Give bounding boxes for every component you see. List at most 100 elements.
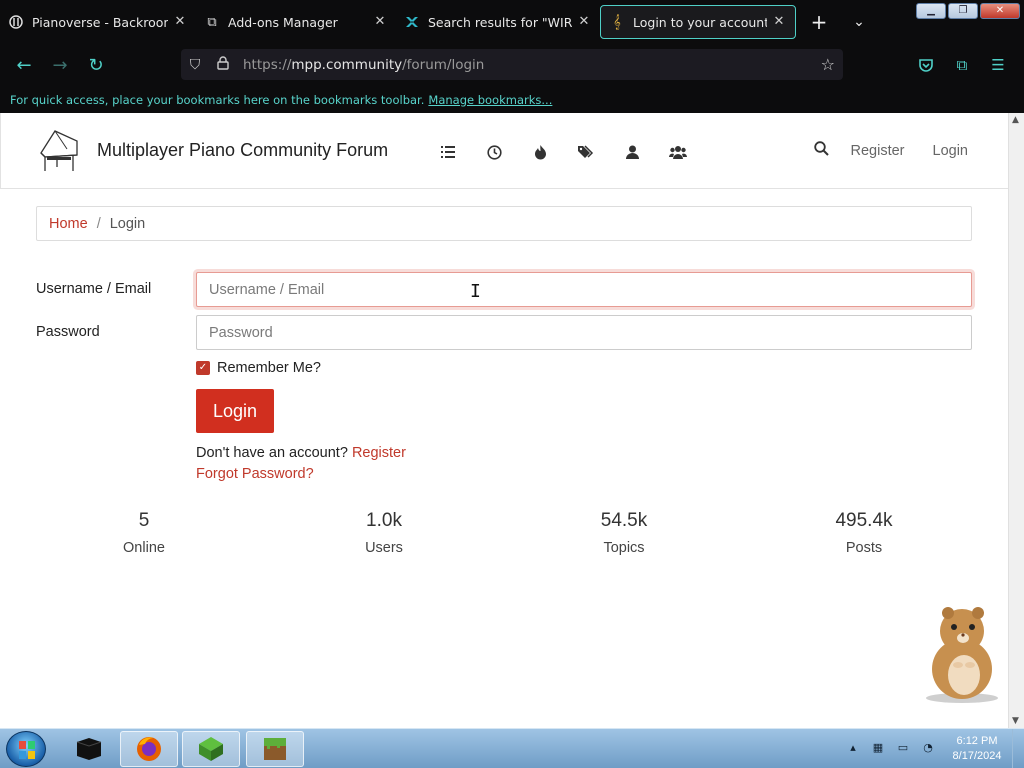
firefox-icon[interactable] bbox=[120, 731, 178, 767]
no-account-text: Don't have an account? bbox=[196, 445, 348, 461]
clock-date: 8/17/2024 bbox=[952, 750, 1002, 762]
tray-volume-icon[interactable]: ◔ bbox=[917, 741, 939, 757]
close-icon[interactable]: ✕ bbox=[771, 14, 787, 30]
pocket-icon[interactable] bbox=[908, 47, 944, 83]
remember-label: Remember Me? bbox=[217, 360, 321, 376]
page-scrollbar[interactable]: ▲ ▼ bbox=[1008, 113, 1024, 728]
piano-logo[interactable] bbox=[37, 127, 81, 175]
username-label: Username / Email bbox=[36, 281, 152, 297]
stat-value: 495.4k bbox=[835, 510, 893, 531]
header-right: Register Login bbox=[807, 141, 968, 160]
close-window-button[interactable]: ✕ bbox=[980, 3, 1020, 19]
site-title[interactable]: Multiplayer Piano Community Forum bbox=[97, 140, 388, 161]
tab-pianoverse[interactable]: Pianoverse - Backrooms (2) ✕ bbox=[0, 5, 196, 39]
forum-header: Multiplayer Piano Community Forum Regist… bbox=[0, 113, 1008, 189]
restore-button[interactable]: ❐ bbox=[948, 3, 978, 19]
pianoverse-icon bbox=[8, 14, 24, 30]
stat-label: Posts bbox=[845, 540, 883, 556]
tab-title: Login to your account | mp bbox=[633, 14, 767, 30]
manage-bookmarks-link[interactable]: Manage bookmarks... bbox=[428, 93, 552, 107]
tray-expand-icon[interactable]: ▴ bbox=[842, 741, 864, 757]
forward-icon[interactable]: → bbox=[42, 47, 78, 83]
scroll-up-icon[interactable]: ▲ bbox=[1012, 115, 1019, 125]
minimize-button[interactable]: ▁ bbox=[916, 3, 946, 19]
stat-label: Online bbox=[123, 540, 165, 556]
stat-value: 1.0k bbox=[366, 510, 402, 531]
navigation-bar: ← → ↻ ⛉ https://mpp.community/forum/logi… bbox=[0, 44, 1024, 86]
breadcrumb-separator: / bbox=[96, 215, 101, 232]
menu-icon[interactable]: ☰ bbox=[980, 47, 1016, 83]
breadcrumb-current: Login bbox=[109, 215, 146, 232]
stat-value: 54.5k bbox=[600, 510, 648, 531]
bookmark-star-icon[interactable]: ☆ bbox=[821, 55, 835, 74]
web-page: Multiplayer Piano Community Forum Regist… bbox=[0, 113, 1008, 728]
search-site-icon bbox=[404, 14, 420, 30]
tab-addons[interactable]: ⧉ Add-ons Manager ✕ bbox=[196, 5, 396, 39]
clock-time: 6:12 PM bbox=[956, 735, 998, 747]
login-link[interactable]: Login bbox=[933, 143, 968, 159]
puzzle-icon: ⧉ bbox=[207, 14, 217, 30]
reload-icon[interactable]: ↻ bbox=[78, 47, 114, 83]
toolbar-right: ⧉ ☰ bbox=[908, 47, 1016, 83]
search-icon[interactable] bbox=[807, 141, 837, 160]
minecraft-icon[interactable] bbox=[246, 731, 304, 767]
register-account-link[interactable]: Register bbox=[352, 445, 406, 461]
bookmarks-message: For quick access, place your bookmarks h… bbox=[10, 92, 425, 107]
close-icon[interactable]: ✕ bbox=[172, 14, 188, 30]
stat-value: 5 bbox=[138, 510, 150, 531]
list-icon[interactable] bbox=[425, 141, 471, 163]
forum-stats: 5 Online 1.0k Users 54.5k Topics 495.4k … bbox=[24, 510, 984, 556]
url-bar[interactable]: ⛉ https://mpp.community/forum/login ☆ bbox=[181, 49, 843, 80]
header-nav-icons bbox=[425, 141, 701, 163]
window-controls: ▁ ❐ ✕ bbox=[916, 3, 1020, 19]
breadcrumb: Home / Login bbox=[36, 206, 972, 241]
system-tray: ▴ ▦ ▭ ◔ 6:12 PM 8/17/2024 bbox=[842, 729, 1024, 768]
clock[interactable]: 6:12 PM 8/17/2024 bbox=[942, 734, 1012, 764]
user-icon[interactable] bbox=[609, 141, 655, 163]
extensions-icon[interactable]: ⧉ bbox=[944, 47, 980, 83]
forgot-password-link[interactable]: Forgot Password? bbox=[196, 466, 314, 482]
taskbar: ▴ ▦ ▭ ◔ 6:12 PM 8/17/2024 bbox=[0, 728, 1024, 768]
scroll-down-icon[interactable]: ▼ bbox=[1012, 716, 1019, 726]
stat-label: Topics bbox=[603, 540, 645, 556]
register-link[interactable]: Register bbox=[851, 143, 905, 159]
taskbar-app-black[interactable] bbox=[60, 731, 118, 767]
tab-strip: Pianoverse - Backrooms (2) ✕ ⧉ Add-ons M… bbox=[0, 0, 1024, 44]
tray-network-icon[interactable]: ▦ bbox=[867, 741, 889, 757]
url-text[interactable]: https://mpp.community/forum/login bbox=[243, 57, 484, 73]
treble-clef-icon: 𝄞 bbox=[613, 14, 621, 30]
tags-icon[interactable] bbox=[563, 141, 609, 163]
tab-title: Search results for "WIRESH bbox=[428, 14, 572, 30]
stat-users: 1.0k Users bbox=[264, 510, 504, 556]
minecraft-launcher-icon[interactable] bbox=[182, 731, 240, 767]
hamster-image bbox=[918, 603, 1008, 703]
stat-topics: 54.5k Topics bbox=[504, 510, 744, 556]
back-icon[interactable]: ← bbox=[6, 47, 42, 83]
start-button[interactable] bbox=[6, 731, 46, 767]
remember-me[interactable]: ✓ Remember Me? bbox=[196, 360, 321, 376]
clock-icon[interactable] bbox=[471, 141, 517, 163]
users-icon[interactable] bbox=[655, 141, 701, 163]
shield-icon[interactable]: ⛉ bbox=[181, 57, 209, 73]
lock-icon[interactable] bbox=[209, 55, 237, 74]
password-label: Password bbox=[36, 324, 100, 340]
bookmarks-toolbar: For quick access, place your bookmarks h… bbox=[0, 86, 1024, 113]
tab-title: Add-ons Manager bbox=[228, 14, 338, 30]
close-icon[interactable]: ✕ bbox=[372, 14, 388, 30]
password-input[interactable] bbox=[196, 315, 972, 350]
tray-monitor-icon[interactable]: ▭ bbox=[892, 741, 914, 757]
list-all-tabs-button[interactable]: ⌄ bbox=[844, 7, 874, 37]
fire-icon[interactable] bbox=[517, 141, 563, 163]
tab-search-results[interactable]: Search results for "WIRESH ✕ bbox=[396, 5, 600, 39]
remember-checkbox[interactable]: ✓ bbox=[196, 361, 210, 375]
tab-title: Pianoverse - Backrooms (2) bbox=[32, 14, 168, 30]
close-icon[interactable]: ✕ bbox=[576, 14, 592, 30]
show-desktop-button[interactable] bbox=[1012, 729, 1024, 768]
new-tab-button[interactable]: + bbox=[804, 7, 834, 37]
tab-login[interactable]: 𝄞 Login to your account | mp ✕ bbox=[600, 5, 796, 39]
login-button[interactable]: Login bbox=[196, 389, 274, 433]
username-input[interactable] bbox=[196, 272, 972, 307]
no-account-row: Don't have an account? Register bbox=[196, 445, 406, 461]
text-cursor-icon: I bbox=[470, 281, 481, 302]
breadcrumb-home-link[interactable]: Home bbox=[49, 216, 88, 232]
